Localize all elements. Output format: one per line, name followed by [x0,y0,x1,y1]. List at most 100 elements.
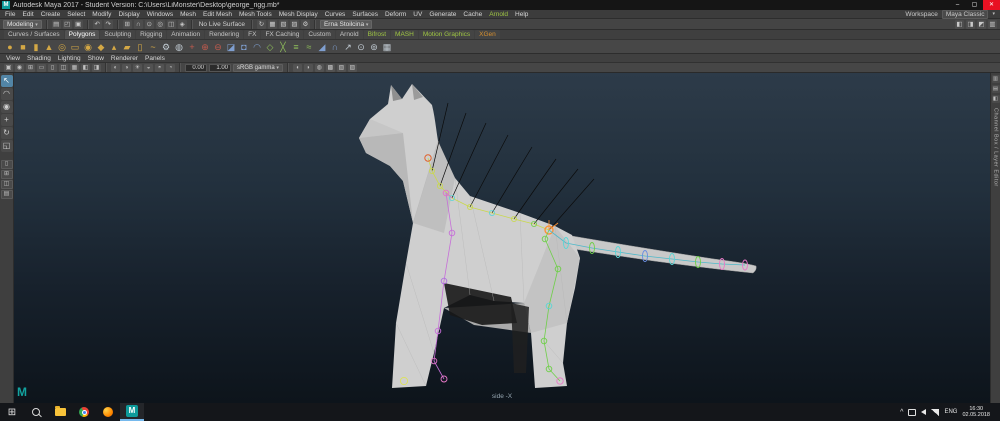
hidden-icons-chevron[interactable]: ^ [900,409,903,416]
extrude-icon[interactable]: ↗ [342,41,354,53]
poly-pipe-icon[interactable]: ▯ [134,41,146,53]
menu-surfaces[interactable]: Surfaces [352,11,378,18]
attribute-editor-icon[interactable]: ◨ [966,20,975,29]
layout-single-pane-button[interactable]: ▯ [1,160,13,169]
menu-mesh[interactable]: Mesh [180,11,196,18]
shelf-tab-animation[interactable]: Animation [167,30,204,39]
menu-modify[interactable]: Modify [92,11,111,18]
live-surface-label[interactable]: No Live Surface [197,21,247,28]
menu-arnold[interactable]: Arnold [489,11,508,18]
rotate-tool-icon[interactable]: ↻ [1,127,13,139]
workspace-value[interactable]: Maya Classic [942,10,989,19]
poly-sphere-icon[interactable]: ● [4,41,16,53]
extract-icon[interactable]: ◪ [225,41,237,53]
screen-space-ao-icon[interactable]: ▧ [337,64,346,72]
view-transform-dropdown[interactable]: sRGB gamma ▾ [233,64,283,72]
scale-tool-icon[interactable]: ◱ [1,140,13,152]
sculpt-tool-icon[interactable]: + [186,41,198,53]
minimize-button[interactable]: – [949,0,966,10]
chrome-button[interactable] [72,403,96,421]
menu-display[interactable]: Display [118,11,139,18]
menu-generate[interactable]: Generate [429,11,456,18]
panel-menu-view[interactable]: View [6,55,20,62]
poly-cube-icon[interactable]: ■ [17,41,29,53]
panel-menu-shading[interactable]: Shading [27,55,51,62]
layout-persp-outliner-button[interactable]: ◫ [1,180,13,189]
snap-to-curve-icon[interactable]: ∩ [134,20,143,29]
user-name-field[interactable]: Erna Stoilcina ▾ [320,20,372,29]
shelf-tab-motion-graphics[interactable]: Motion Graphics [419,30,474,39]
layout-four-pane-button[interactable]: ⊞ [1,170,13,179]
shelf-tab-fx-caching[interactable]: FX Caching [261,30,303,39]
film-gate-icon[interactable]: ▭ [37,64,46,72]
menu-curves[interactable]: Curves [325,11,346,18]
poly-disc-icon[interactable]: ◉ [82,41,94,53]
menu-help[interactable]: Help [515,11,528,18]
layer-editor-tab-icon[interactable]: ▤ [992,85,1000,93]
shelf-tab-xgen[interactable]: XGen [475,30,500,39]
close-button[interactable]: ✕ [983,0,1000,10]
panel-menu-lighting[interactable]: Lighting [58,55,81,62]
file-explorer-button[interactable] [48,403,72,421]
redo-icon[interactable]: ↷ [104,20,113,29]
ambient-occlusion-icon[interactable]: ◓ [155,64,164,72]
poly-cylinder-icon[interactable]: ▮ [30,41,42,53]
divider[interactable] [46,20,48,29]
gamma-field[interactable] [209,64,231,72]
volume-icon[interactable] [921,409,926,415]
insert-edge-loop-icon[interactable]: ≡ [290,41,302,53]
shelf-tab-arnold[interactable]: Arnold [336,30,363,39]
panel-menu-show[interactable]: Show [88,55,104,62]
bevel-icon[interactable]: ◢ [316,41,328,53]
file-save-icon[interactable]: ▣ [74,20,83,29]
menu-edit[interactable]: Edit [22,11,33,18]
file-new-icon[interactable]: ▤ [52,20,61,29]
shelf-tab-rigging[interactable]: Rigging [136,30,166,39]
render-settings-icon[interactable]: ⚙ [301,20,310,29]
poly-soccer-ball-icon[interactable]: ◍ [173,41,185,53]
poly-plane-icon[interactable]: ▭ [69,41,81,53]
poly-pyramid-icon[interactable]: ▴ [108,41,120,53]
lock-camera-icon[interactable]: ◉ [15,64,24,72]
resolution-gate-icon[interactable]: ▯ [48,64,57,72]
snap-to-point-icon[interactable]: ⊙ [145,20,154,29]
channel-box-icon[interactable]: ▥ [988,20,997,29]
taskbar-search-button[interactable] [24,403,48,421]
display-layers-icon[interactable]: ◧ [992,95,1000,103]
make-live-icon[interactable]: ◈ [178,20,187,29]
shelf-tab-sculpting[interactable]: Sculpting [100,30,135,39]
bridge-icon[interactable]: ∩ [329,41,341,53]
divider[interactable] [314,20,316,29]
action-center-icon[interactable] [908,409,916,416]
channel-box-tab-icon[interactable]: ▥ [992,75,1000,83]
wireframe-on-shaded-icon[interactable]: ◍ [315,64,324,72]
modeling-toolkit-icon[interactable]: ◧ [955,20,964,29]
poly-torus-icon[interactable]: ◎ [56,41,68,53]
select-tool-icon[interactable]: ↖ [1,75,13,87]
poly-prism-icon[interactable]: ▰ [121,41,133,53]
exposure-field[interactable] [185,64,207,72]
lighting-icon[interactable]: ☀ [133,64,142,72]
menu-cache[interactable]: Cache [463,11,482,18]
shelf-tab-custom[interactable]: Custom [304,30,334,39]
grid-icon[interactable]: ⊞ [26,64,35,72]
frame-all-icon[interactable]: ◐ [111,64,120,72]
shadows-icon[interactable]: ◒ [144,64,153,72]
select-camera-icon[interactable]: ▣ [4,64,13,72]
menu-set-selector[interactable]: Modeling ▾ [3,20,42,29]
panel-menu-panels[interactable]: Panels [145,55,165,62]
taskbar-clock[interactable]: 16:30 02.05.2018 [962,406,990,419]
textured-icon[interactable]: ▩ [326,64,335,72]
isolate-select-icon[interactable]: ◖ [293,64,302,72]
viewport-canvas[interactable] [14,73,990,403]
merge-center-icon[interactable]: ⊙ [355,41,367,53]
layout-hypershade-button[interactable]: ▤ [1,190,13,199]
move-tool-icon[interactable]: + [1,114,13,126]
maximize-button[interactable]: ▢ [966,0,983,10]
snap-view-plane-icon[interactable]: ◫ [167,20,176,29]
divider[interactable] [117,20,119,29]
viewport[interactable]: M side -X [14,73,990,403]
poly-cone-icon[interactable]: ▲ [43,41,55,53]
smooth-icon[interactable]: ◠ [251,41,263,53]
shelf-tab-fx[interactable]: FX [244,30,260,39]
